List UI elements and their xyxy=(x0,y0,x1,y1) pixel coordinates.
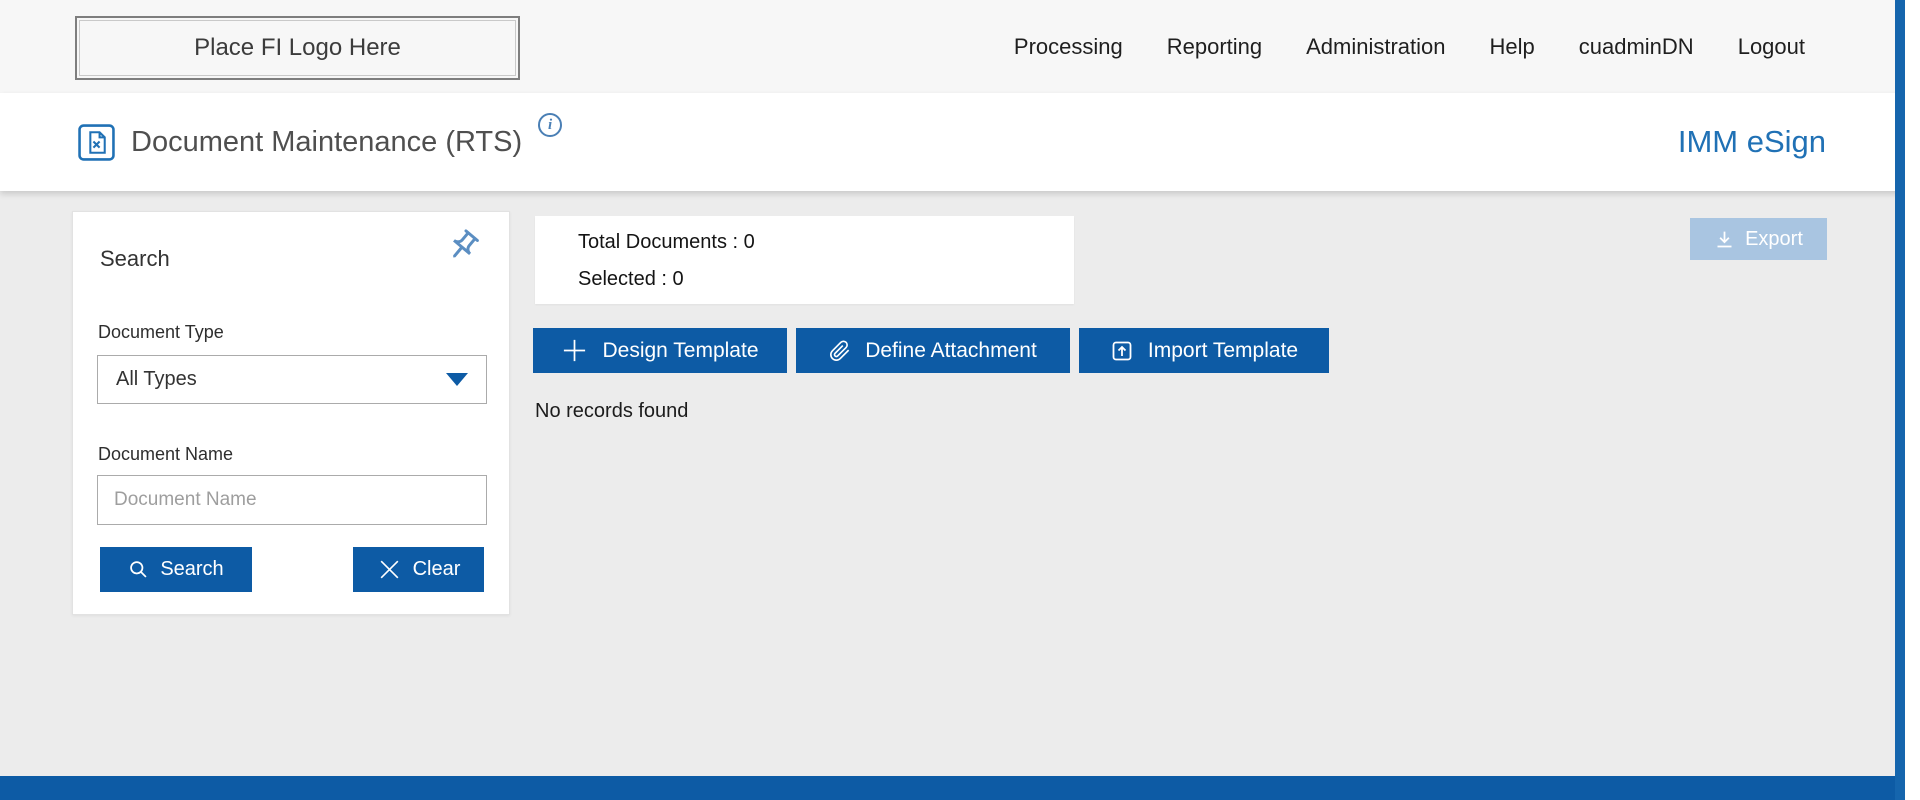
total-documents-line: Total Documents : 0 xyxy=(578,224,1074,261)
chevron-down-icon xyxy=(446,373,468,386)
export-button-label: Export xyxy=(1745,228,1803,251)
nav-item-administration[interactable]: Administration xyxy=(1306,34,1445,60)
document-name-input[interactable] xyxy=(97,475,487,525)
fi-logo-placeholder: Place FI Logo Here xyxy=(75,16,520,80)
search-panel-title: Search xyxy=(100,246,170,272)
define-attachment-label: Define Attachment xyxy=(865,339,1037,363)
search-icon xyxy=(128,559,149,580)
documents-summary: Total Documents : 0 Selected : 0 xyxy=(535,216,1074,304)
plus-icon xyxy=(561,337,588,364)
scrollbar-track[interactable] xyxy=(1905,0,1920,800)
total-documents-value: 0 xyxy=(744,231,755,253)
export-button[interactable]: Export xyxy=(1690,218,1827,260)
main-nav: Processing Reporting Administration Help… xyxy=(1014,0,1805,93)
design-template-button[interactable]: Design Template xyxy=(533,328,787,373)
brand-imm-esign: IMM eSign xyxy=(1678,124,1826,160)
pin-icon[interactable] xyxy=(445,228,481,264)
document-maintenance-icon xyxy=(78,124,115,161)
close-icon xyxy=(377,557,402,582)
nav-item-reporting[interactable]: Reporting xyxy=(1167,34,1262,60)
document-name-label: Document Name xyxy=(98,444,233,465)
no-records-message: No records found xyxy=(535,400,688,423)
page-title: Document Maintenance (RTS) xyxy=(131,126,522,159)
fi-logo-text: Place FI Logo Here xyxy=(194,34,401,62)
footer-bar xyxy=(0,776,1920,800)
top-bar: Place FI Logo Here Processing Reporting … xyxy=(0,0,1920,93)
nav-item-processing[interactable]: Processing xyxy=(1014,34,1123,60)
document-type-select[interactable]: All Types xyxy=(97,355,487,404)
total-documents-label: Total Documents : xyxy=(578,231,738,253)
clear-button[interactable]: Clear xyxy=(353,547,484,592)
template-actions: Design Template Define Attachment Import… xyxy=(533,328,1329,373)
document-type-selected-value: All Types xyxy=(116,368,197,391)
design-template-label: Design Template xyxy=(602,339,758,363)
info-icon[interactable]: i xyxy=(538,113,562,137)
search-panel: Search Document Type All Types Document … xyxy=(72,211,510,615)
search-button-label: Search xyxy=(160,558,223,581)
download-icon xyxy=(1714,229,1735,250)
nav-item-help[interactable]: Help xyxy=(1490,34,1535,60)
nav-item-logout[interactable]: Logout xyxy=(1738,34,1805,60)
paperclip-icon xyxy=(829,340,851,362)
selected-value: 0 xyxy=(673,268,684,290)
sub-header: Document Maintenance (RTS) i IMM eSign xyxy=(0,93,1920,191)
define-attachment-button[interactable]: Define Attachment xyxy=(796,328,1070,373)
document-type-label: Document Type xyxy=(98,322,224,343)
nav-item-user-cuadmindn[interactable]: cuadminDN xyxy=(1579,34,1694,60)
scrollbar-thumb[interactable] xyxy=(1895,0,1905,800)
import-template-button[interactable]: Import Template xyxy=(1079,328,1329,373)
page: Place FI Logo Here Processing Reporting … xyxy=(0,0,1920,800)
selected-label: Selected : xyxy=(578,268,667,290)
upload-box-icon xyxy=(1110,339,1134,363)
import-template-label: Import Template xyxy=(1148,339,1298,363)
search-button[interactable]: Search xyxy=(100,547,252,592)
selected-documents-line: Selected : 0 xyxy=(578,261,1074,298)
clear-button-label: Clear xyxy=(413,558,461,581)
